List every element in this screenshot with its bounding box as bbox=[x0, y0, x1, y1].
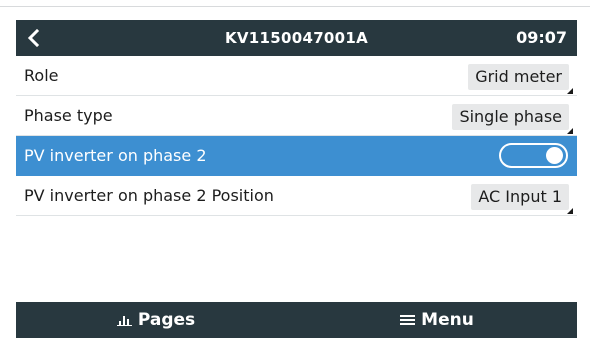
list-item-label: Phase type bbox=[24, 106, 113, 125]
page-title: KV1150047001A bbox=[224, 29, 369, 47]
dropdown-corner-icon bbox=[567, 208, 573, 214]
list-item-role[interactable]: Role Grid meter bbox=[16, 56, 577, 96]
list-item-label: PV inverter on phase 2 bbox=[24, 146, 207, 165]
pv-inverter-toggle[interactable] bbox=[499, 143, 568, 168]
menu-label: Menu bbox=[421, 310, 474, 330]
phase-type-value-box[interactable]: Single phase bbox=[452, 104, 573, 134]
device-screen: KV1150047001A 09:07 Role Grid meter Phas… bbox=[16, 20, 577, 338]
role-value: Grid meter bbox=[475, 67, 562, 86]
list-item-pv-inverter-phase-2[interactable]: PV inverter on phase 2 bbox=[16, 136, 577, 176]
dropdown-corner-icon bbox=[567, 128, 573, 134]
pages-label: Pages bbox=[137, 310, 196, 330]
pages-button[interactable]: Pages bbox=[16, 302, 296, 338]
phase-type-value: Single phase bbox=[459, 107, 562, 126]
list-item-phase-type[interactable]: Phase type Single phase bbox=[16, 96, 577, 136]
footer-bar: Pages Menu bbox=[16, 302, 577, 338]
role-value-box[interactable]: Grid meter bbox=[468, 64, 573, 94]
position-value-box[interactable]: AC Input 1 bbox=[471, 184, 573, 214]
top-divider bbox=[0, 6, 590, 7]
list-item-label: Role bbox=[24, 66, 59, 85]
list-item-label: PV inverter on phase 2 Position bbox=[24, 186, 274, 205]
toggle-knob bbox=[546, 147, 563, 164]
dropdown-corner-icon bbox=[567, 88, 573, 94]
position-value: AC Input 1 bbox=[478, 187, 562, 206]
menu-button[interactable]: Menu bbox=[297, 302, 577, 338]
bar-chart-icon bbox=[116, 314, 132, 326]
header-bar: KV1150047001A 09:07 bbox=[16, 20, 577, 56]
hamburger-menu-icon bbox=[400, 314, 416, 326]
list-item-pv-inverter-position[interactable]: PV inverter on phase 2 Position AC Input… bbox=[16, 176, 577, 216]
clock: 09:07 bbox=[516, 28, 567, 47]
